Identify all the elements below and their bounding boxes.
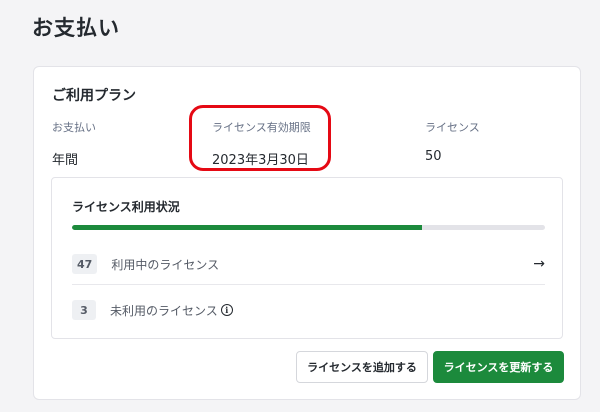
add-license-button[interactable]: ライセンスを追加する	[296, 351, 428, 383]
usage-title: ライセンス利用状況	[72, 200, 180, 214]
used-licenses-row[interactable]: 47 利用中のライセンス →	[72, 250, 545, 278]
page-title: お支払い	[32, 16, 120, 40]
info-icon[interactable]: i	[220, 304, 233, 316]
payment-label: お支払い	[52, 121, 96, 134]
unused-licenses-row: 3 未利用のライセンス i	[72, 296, 545, 324]
usage-progress-fill	[72, 225, 423, 230]
license-usage-box: ライセンス利用状況 47 利用中のライセンス → 3 未利用のライセンス i	[51, 177, 563, 339]
renew-license-button[interactable]: ライセンスを更新する	[433, 351, 564, 383]
usage-progress-bar	[72, 225, 545, 230]
arrow-right-icon[interactable]: →	[533, 256, 545, 272]
usage-divider	[72, 284, 545, 285]
license-label: ライセンス	[425, 121, 480, 134]
payment-info: お支払い 年間	[52, 119, 96, 168]
payment-value: 年間	[52, 153, 79, 168]
plan-card-title: ご利用プラン	[52, 88, 136, 104]
license-info: ライセンス 50	[425, 119, 480, 164]
expiry-highlight-annotation	[189, 105, 331, 171]
used-licenses-label: 利用中のライセンス	[111, 257, 220, 272]
plan-card: ご利用プラン お支払い 年間 ライセンス有効期限 2023年3月30日 ライセン…	[33, 66, 581, 400]
unused-count-badge: 3	[72, 300, 96, 320]
license-value: 50	[425, 149, 442, 164]
unused-licenses-label: 未利用のライセンス	[110, 303, 218, 318]
used-count-badge: 47	[72, 254, 98, 274]
